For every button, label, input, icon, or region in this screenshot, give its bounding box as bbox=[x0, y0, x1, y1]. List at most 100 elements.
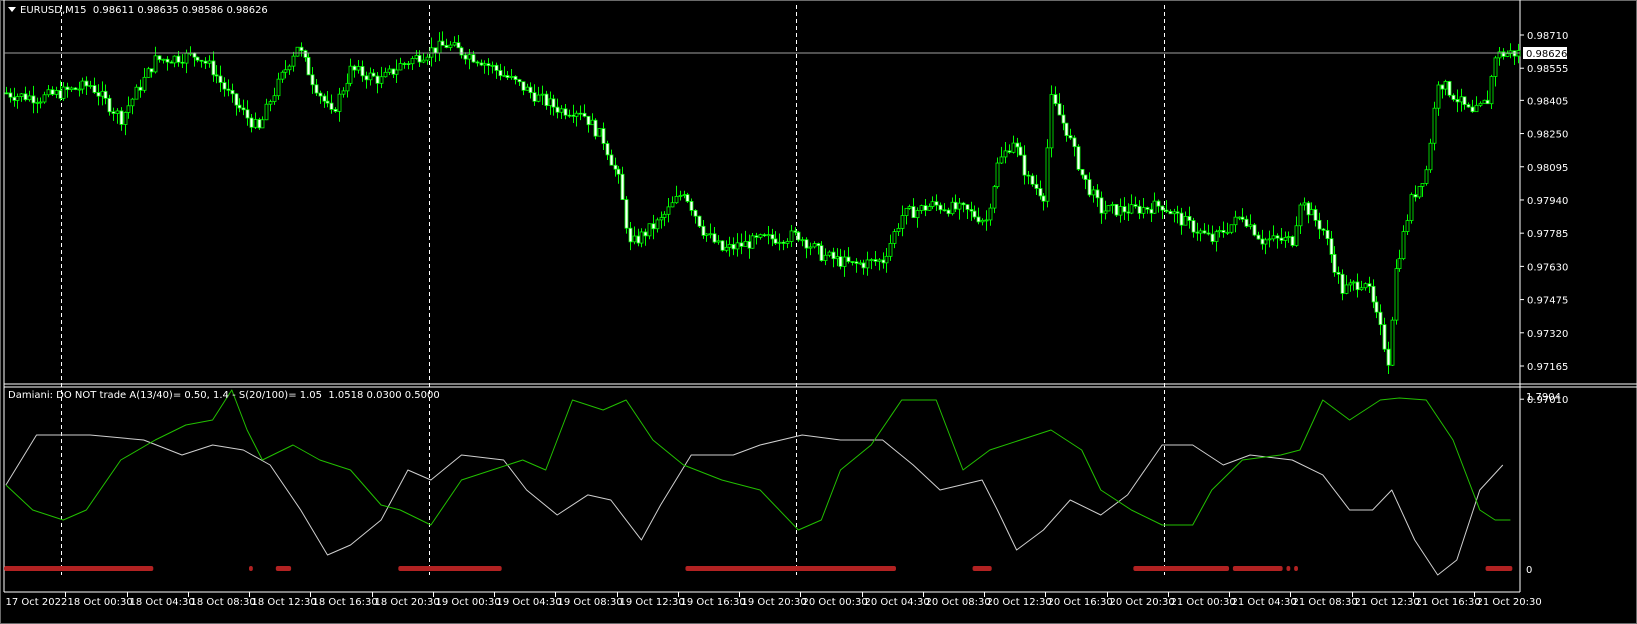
candle-body bbox=[249, 117, 254, 128]
candle-body bbox=[1187, 216, 1192, 221]
candle-body bbox=[1382, 324, 1387, 350]
candle-body bbox=[509, 75, 514, 78]
candle-body bbox=[548, 98, 553, 106]
candle-body bbox=[192, 52, 197, 58]
candle-body bbox=[835, 256, 840, 260]
no-trade-signal bbox=[398, 566, 502, 571]
candle-body bbox=[900, 215, 905, 229]
price-tick-label: 0.97320 bbox=[1527, 329, 1568, 340]
candle-body bbox=[1294, 225, 1299, 246]
time-tick-label: 18 Oct 08:30 bbox=[191, 597, 256, 608]
no-trade-signal bbox=[1286, 566, 1291, 571]
candle-body bbox=[525, 86, 530, 91]
candle-body bbox=[796, 231, 801, 241]
candle-body bbox=[1018, 146, 1023, 156]
candle-body bbox=[1493, 57, 1498, 77]
candle-body bbox=[831, 251, 836, 260]
candle-body bbox=[1474, 104, 1479, 113]
candle-body bbox=[107, 97, 112, 113]
candle-body bbox=[1302, 202, 1307, 206]
candle-body bbox=[1447, 81, 1452, 96]
candle-body bbox=[1363, 283, 1368, 289]
candle-body bbox=[1214, 231, 1219, 242]
price-chart[interactable]: 0.98710 0.98555 0.98405 0.98250 0.98095 0.979… bbox=[0, 0, 1637, 624]
candle-body bbox=[8, 92, 13, 98]
candle-body bbox=[46, 89, 51, 96]
candle-body bbox=[394, 69, 399, 75]
candle-body bbox=[685, 194, 690, 202]
candle-body bbox=[1172, 211, 1177, 215]
candle-body bbox=[1252, 224, 1257, 236]
candle-body bbox=[1332, 254, 1337, 273]
candle-body bbox=[1290, 236, 1295, 246]
candle-body bbox=[1451, 94, 1456, 100]
candle-body bbox=[1485, 99, 1490, 105]
candle-body bbox=[976, 216, 981, 223]
candle-body bbox=[655, 219, 660, 230]
candle-body bbox=[283, 69, 288, 73]
candle-body bbox=[1149, 208, 1154, 214]
candle-body bbox=[620, 173, 625, 201]
candle-body bbox=[1202, 230, 1207, 234]
candle-body bbox=[1260, 238, 1265, 245]
candle-body bbox=[115, 110, 120, 114]
candle-body bbox=[689, 201, 694, 211]
candle-body bbox=[65, 86, 70, 91]
price-tick-label: 0.97630 bbox=[1527, 262, 1568, 273]
candle-body bbox=[938, 204, 943, 211]
candle-body bbox=[103, 90, 108, 99]
candle-body bbox=[1217, 230, 1222, 233]
candle-body bbox=[1011, 142, 1016, 153]
indicator-header: Damiani: DO NOT trade A(13/40)= 0.50, 1.… bbox=[8, 390, 440, 401]
candle-body bbox=[1030, 175, 1035, 185]
dropdown-triangle-icon[interactable] bbox=[8, 7, 16, 12]
candle-body bbox=[433, 47, 438, 54]
candle-body bbox=[1053, 94, 1058, 105]
candle-body bbox=[747, 241, 752, 249]
no-trade-signal bbox=[4, 566, 154, 571]
candle-body bbox=[383, 71, 388, 78]
candle-body bbox=[498, 70, 503, 77]
candle-body bbox=[1126, 211, 1131, 214]
candle-body bbox=[15, 96, 20, 101]
candle-body bbox=[329, 102, 334, 110]
time-tick-label: 21 Oct 04:30 bbox=[1232, 597, 1297, 608]
candle-body bbox=[126, 105, 131, 113]
candle-body bbox=[593, 119, 598, 137]
candle-body bbox=[134, 86, 139, 100]
candle-body bbox=[459, 47, 464, 56]
candle-body bbox=[1409, 194, 1414, 221]
candle-body bbox=[601, 128, 606, 144]
candle-body bbox=[38, 101, 43, 104]
candle-body bbox=[237, 104, 242, 109]
candle-body bbox=[1103, 210, 1108, 214]
candle-body bbox=[348, 65, 353, 84]
candle-body bbox=[1378, 311, 1383, 326]
candle-body bbox=[414, 55, 419, 59]
candle-body bbox=[306, 56, 311, 76]
candle-body bbox=[467, 54, 472, 60]
candle-body bbox=[643, 231, 648, 237]
candle-body bbox=[402, 63, 407, 65]
candle-body bbox=[827, 251, 832, 256]
time-tick-label: 21 Oct 12:30 bbox=[1355, 597, 1420, 608]
candle-body bbox=[199, 59, 204, 62]
candle-body bbox=[490, 64, 495, 67]
ohlc-values: 0.98611 0.98635 0.98586 0.98626 bbox=[92, 5, 268, 16]
candle-body bbox=[429, 47, 434, 58]
candle-body bbox=[494, 64, 499, 71]
candle-body bbox=[379, 76, 384, 84]
candle-body bbox=[452, 42, 457, 46]
candle-body bbox=[337, 93, 342, 112]
candle-body bbox=[972, 210, 977, 218]
candle-body bbox=[927, 206, 932, 211]
candle-body bbox=[1007, 150, 1012, 153]
candle-body bbox=[410, 58, 415, 65]
candle-body bbox=[31, 95, 36, 104]
candle-body bbox=[1015, 142, 1020, 148]
indicator-green-line bbox=[5, 389, 1511, 531]
candle-body bbox=[146, 68, 151, 78]
candle-body bbox=[291, 55, 296, 67]
time-tick-label: 20 Oct 00:30 bbox=[803, 597, 868, 608]
candle-body bbox=[471, 54, 476, 63]
